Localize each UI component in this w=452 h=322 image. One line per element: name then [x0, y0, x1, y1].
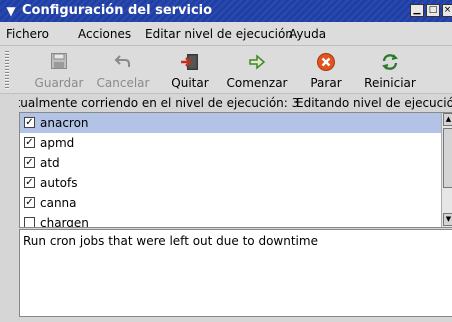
scroll-thumb[interactable] [443, 128, 452, 188]
toolbar-grip[interactable] [5, 51, 9, 89]
forward-arrow-icon [247, 52, 267, 72]
quit-button[interactable]: Quitar [168, 48, 212, 92]
checkbox[interactable]: ✓ [24, 197, 35, 208]
scroll-down-icon[interactable]: ▼ [443, 213, 452, 226]
service-list[interactable]: ✓ anacron ✓ apmd ✓ atd ✓ autofs ✓ canna … [19, 112, 452, 228]
checkbox[interactable]: ✓ [24, 177, 35, 188]
runlevel-status: Actualmente corriendo en el nivel de eje… [0, 95, 452, 112]
scroll-up-icon[interactable]: ▲ [443, 113, 452, 126]
menu-acciones[interactable]: Acciones [78, 26, 131, 42]
menu-fichero[interactable]: Fichero [6, 26, 49, 42]
window-title: Configuración del servicio [22, 3, 213, 18]
maximize-icon[interactable]: □ [426, 4, 440, 17]
quit-icon [180, 52, 200, 72]
checkbox[interactable]: ✓ [24, 157, 35, 168]
list-item[interactable]: ✓ apmd [20, 133, 441, 153]
checkbox[interactable] [24, 217, 35, 227]
stop-icon [316, 52, 336, 72]
checkbox[interactable]: ✓ [24, 117, 35, 128]
save-button[interactable]: Guardar [32, 48, 86, 92]
cancel-button[interactable]: Cancelar [93, 48, 153, 92]
list-item[interactable]: ✓ canna [20, 193, 441, 213]
list-item[interactable]: ✓ anacron [20, 113, 441, 133]
service-description: Run cron jobs that were left out due to … [19, 229, 452, 317]
title-bar[interactable]: ▼ Configuración del servicio ▁ □ × [0, 0, 452, 22]
menu-ayuda[interactable]: Ayuda [289, 26, 326, 42]
restart-button[interactable]: Reiniciar [362, 48, 418, 92]
restart-icon [380, 52, 400, 72]
close-icon[interactable]: × [442, 4, 452, 17]
toolbar: Guardar Cancelar Quitar Comenzar Parar R… [0, 46, 452, 94]
list-item[interactable]: ✓ autofs [20, 173, 441, 193]
checkbox[interactable]: ✓ [24, 137, 35, 148]
undo-icon [113, 52, 133, 72]
save-icon [49, 52, 69, 72]
stop-button[interactable]: Parar [305, 48, 347, 92]
list-item[interactable]: ✓ atd [20, 153, 441, 173]
menu-bar: Fichero Acciones Editar nivel de ejecuci… [0, 22, 452, 46]
menu-editar-nivel[interactable]: Editar nivel de ejecución [145, 26, 293, 42]
start-button[interactable]: Comenzar [226, 48, 288, 92]
list-scrollbar[interactable]: ▲ ▼ [441, 113, 452, 227]
list-item[interactable]: chargen [20, 213, 441, 227]
bottom-bar [0, 317, 452, 322]
current-runlevel-text: Actualmente corriendo en el nivel de eje… [1, 96, 300, 110]
editing-runlevel-text: Editando nivel de ejecución: [296, 96, 452, 110]
chevron-down-icon[interactable]: ▼ [3, 3, 19, 19]
minimize-icon[interactable]: ▁ [410, 4, 424, 17]
left-panel [0, 95, 19, 322]
